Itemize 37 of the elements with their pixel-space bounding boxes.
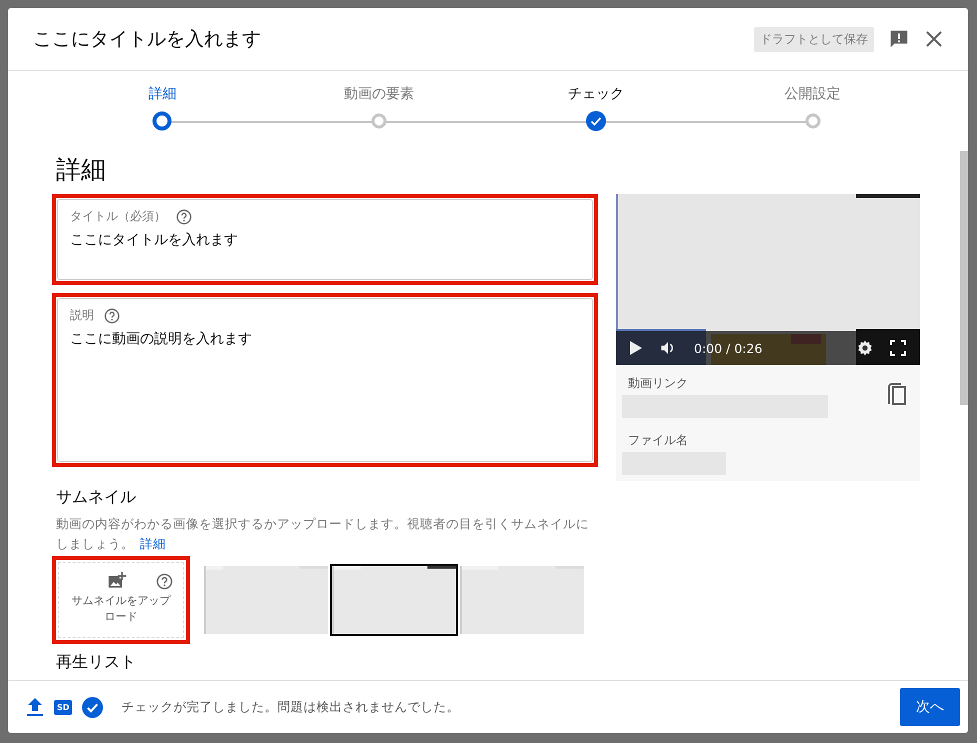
description-field[interactable]: 説明 ここに動画の説明を入れます (57, 298, 593, 462)
video-time: 0:00 / 0:26 (694, 340, 764, 356)
field-value: ここにタイトルを入れます (70, 231, 239, 249)
sd-badge[interactable]: SD (54, 700, 72, 714)
step-tab[interactable]: 詳細 (148, 85, 176, 103)
field-label: タイトル（必須） (70, 208, 166, 225)
step-tab[interactable]: 動画の要素 (344, 85, 414, 103)
details-link[interactable]: 詳細 (140, 536, 166, 551)
section-title: 詳細 (56, 154, 107, 186)
playlist-heading: 再生リスト (56, 652, 137, 673)
play-icon[interactable] (630, 341, 642, 355)
help-icon[interactable] (156, 573, 173, 590)
scrollbar[interactable] (960, 151, 968, 405)
step-tab[interactable]: チェック (568, 85, 624, 103)
field-label: 説明 (70, 307, 94, 324)
check-icon[interactable] (82, 696, 104, 718)
save-draft-button[interactable]: ドラフトとして保存 (754, 26, 874, 52)
field-value: ここに動画の説明を入れます (70, 330, 253, 348)
thumbnail-description: 動画の内容がわかる画像を選択するかアップロードします。視聴者の目を引くサムネイルにしましょう。 詳細 (56, 515, 590, 553)
dialog-title: ここにタイトルを入れます (33, 27, 262, 52)
title-field[interactable]: タイトル（必須） ここにタイトルを入れます (57, 199, 593, 280)
video-link-label: 動画リンク (628, 375, 689, 392)
close-icon[interactable] (924, 29, 944, 49)
upload-thumbnail-button[interactable]: サムネイルをアップロード (58, 562, 184, 638)
fullscreen-icon[interactable] (890, 340, 906, 356)
help-icon[interactable] (104, 308, 120, 324)
status-message: チェックが完了しました。問題は検出されませんでした。 (121, 698, 460, 716)
help-icon[interactable] (176, 208, 192, 224)
settings-icon[interactable] (856, 339, 874, 357)
filename-label: ファイル名 (628, 432, 689, 449)
thumbnail-heading: サムネイル (56, 487, 137, 508)
upload-label: サムネイルをアップロード (70, 593, 172, 625)
next-button[interactable]: 次へ (900, 688, 960, 726)
copy-icon[interactable] (886, 383, 908, 407)
upload-icon[interactable] (26, 697, 44, 717)
step-tab[interactable]: 公開設定 (784, 85, 841, 103)
feedback-icon[interactable] (888, 28, 910, 50)
